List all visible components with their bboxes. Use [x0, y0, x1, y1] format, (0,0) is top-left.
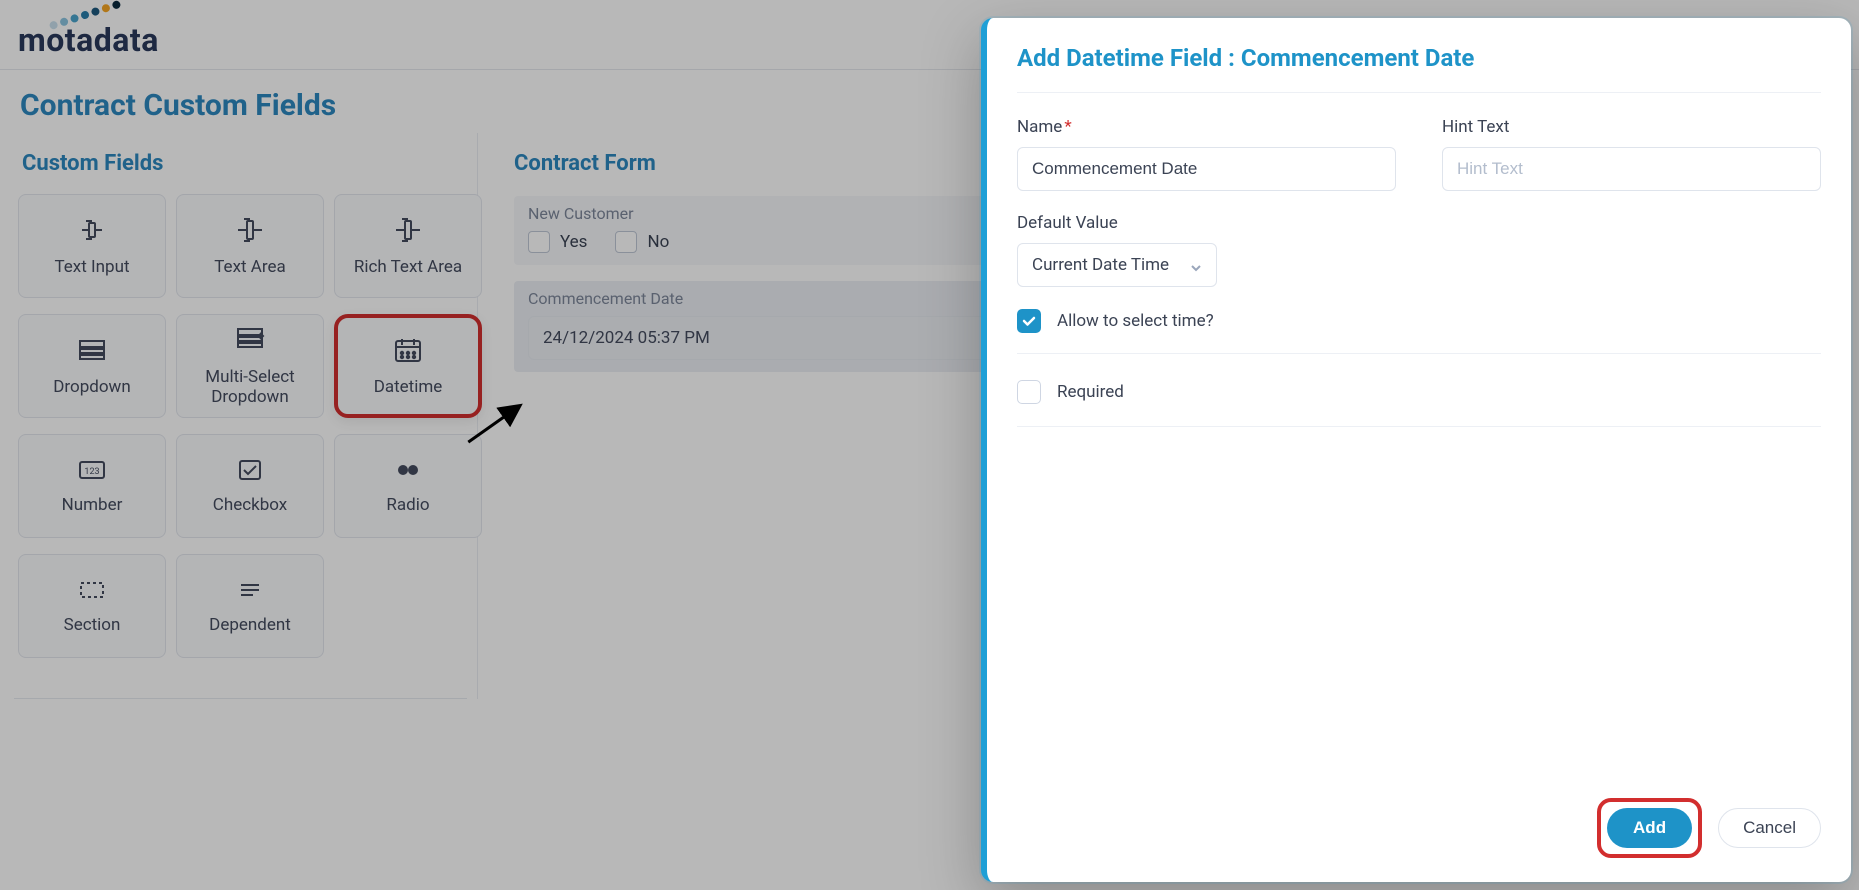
- brand-name: motadata: [18, 21, 159, 59]
- multi-select-dropdown-icon: [232, 325, 268, 355]
- number-icon: 123: [77, 457, 107, 483]
- field-card-label: Checkbox: [213, 495, 287, 515]
- field-palette: Custom Fields Text Input: [8, 133, 478, 699]
- allow-time-row: Allow to select time?: [1017, 309, 1821, 354]
- datetime-value: 24/12/2024 05:37 PM: [543, 328, 710, 348]
- field-name: Name*: [1017, 117, 1396, 191]
- brand-logo: motadata: [18, 11, 159, 59]
- dropdown-icon: [74, 335, 110, 365]
- panel-title: Add Datetime Field : Commencement Date: [1017, 44, 1821, 93]
- allow-time-checkbox[interactable]: [1017, 309, 1041, 333]
- checkbox-empty-icon: [528, 231, 550, 253]
- field-default-value: Default Value Current Date Time: [1017, 213, 1821, 287]
- hint-input[interactable]: [1442, 147, 1821, 191]
- option-label: Yes: [560, 232, 587, 252]
- field-card-text-input[interactable]: Text Input: [18, 194, 166, 298]
- field-card-label: Number: [62, 495, 123, 515]
- name-label: Name*: [1017, 117, 1396, 137]
- field-card-dependent[interactable]: Dependent: [176, 554, 324, 658]
- cancel-button[interactable]: Cancel: [1718, 808, 1821, 848]
- field-card-number[interactable]: 123 Number: [18, 434, 166, 538]
- field-hint-text: Hint Text: [1442, 117, 1821, 191]
- add-button-highlight: Add: [1597, 798, 1702, 858]
- allow-time-label: Allow to select time?: [1057, 311, 1214, 331]
- rich-text-area-icon: [390, 215, 426, 245]
- checkbox-empty-icon: [615, 231, 637, 253]
- checkbox-icon: [235, 457, 265, 483]
- option-label: No: [647, 232, 669, 252]
- text-input-icon: [74, 215, 110, 245]
- option-no[interactable]: No: [615, 231, 669, 253]
- section-icon: [77, 577, 107, 603]
- name-input[interactable]: [1017, 147, 1396, 191]
- field-card-datetime[interactable]: Datetime: [334, 314, 482, 418]
- field-card-multi-select-dropdown[interactable]: Multi-Select Dropdown: [176, 314, 324, 418]
- palette-divider: [14, 698, 467, 699]
- field-card-rich-text-area[interactable]: Rich Text Area: [334, 194, 482, 298]
- required-row: Required: [1017, 376, 1821, 427]
- field-card-section[interactable]: Section: [18, 554, 166, 658]
- field-card-label: Radio: [386, 495, 429, 515]
- dependent-icon: [235, 577, 265, 603]
- text-area-icon: [232, 215, 268, 245]
- field-card-label: Section: [64, 615, 121, 635]
- calendar-icon: [390, 335, 426, 365]
- field-card-label: Dependent: [209, 615, 291, 635]
- radio-icon: [393, 457, 423, 483]
- field-card-label: Rich Text Area: [354, 257, 462, 277]
- field-card-label: Text Area: [214, 257, 286, 277]
- add-button[interactable]: Add: [1607, 808, 1692, 848]
- field-card-label: Datetime: [374, 377, 443, 397]
- field-card-dropdown[interactable]: Dropdown: [18, 314, 166, 418]
- default-label: Default Value: [1017, 213, 1821, 233]
- option-yes[interactable]: Yes: [528, 231, 587, 253]
- required-label: Required: [1057, 382, 1124, 402]
- field-card-label: Text Input: [54, 257, 129, 277]
- field-card-text-area[interactable]: Text Area: [176, 194, 324, 298]
- hint-label: Hint Text: [1442, 117, 1821, 137]
- panel-footer: Add Cancel: [1017, 798, 1821, 858]
- field-card-label: Multi-Select Dropdown: [177, 367, 323, 408]
- palette-title: Custom Fields: [22, 151, 459, 176]
- svg-text:123: 123: [84, 467, 99, 477]
- add-field-panel: Add Datetime Field : Commencement Date N…: [981, 18, 1851, 882]
- field-card-radio[interactable]: Radio: [334, 434, 482, 538]
- default-value-select[interactable]: Current Date Time: [1017, 243, 1217, 287]
- select-value: Current Date Time: [1032, 255, 1169, 275]
- field-card-checkbox[interactable]: Checkbox: [176, 434, 324, 538]
- field-card-label: Dropdown: [53, 377, 130, 397]
- required-checkbox[interactable]: [1017, 380, 1041, 404]
- chevron-down-icon: [1190, 259, 1202, 271]
